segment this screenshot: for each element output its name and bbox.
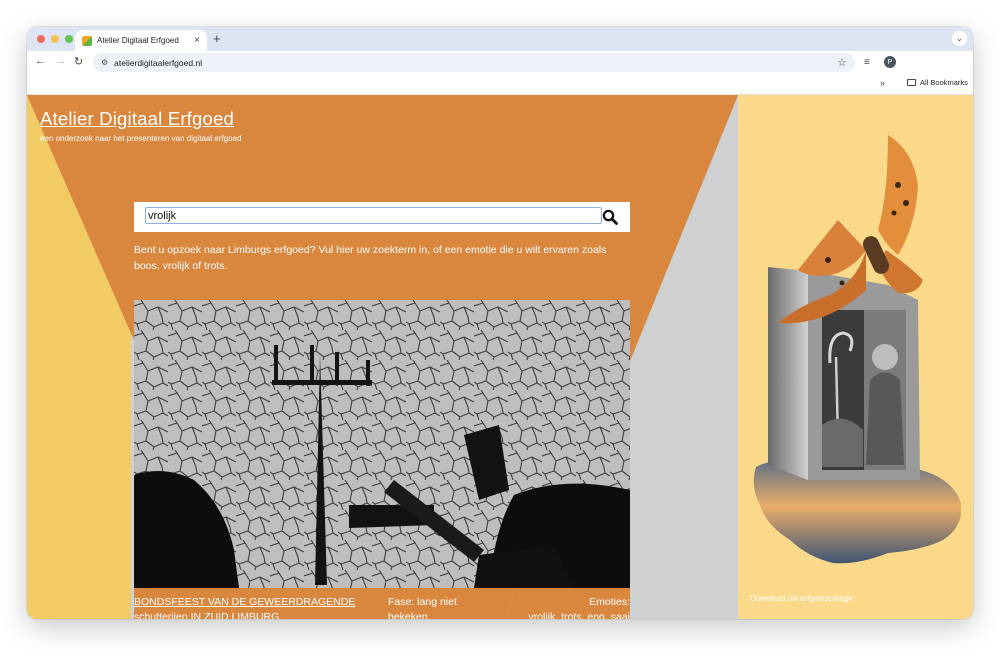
bookmarks-bar: » All Bookmarks <box>27 74 973 95</box>
result-title-link[interactable]: BONDSFEEST VAN DE GEWEERDRAGENDE <box>134 596 355 608</box>
tab-title: Atelier Digitaal Erfgoed <box>97 36 179 45</box>
search-icon[interactable] <box>601 208 619 226</box>
reading-list-icon[interactable]: ≡ <box>864 57 870 68</box>
tab-active[interactable]: Atelier Digitaal Erfgoed × <box>75 30 207 51</box>
result-title-sub: schutterijen IN ZUID LIMBURG <box>134 611 280 619</box>
minimize-window-button[interactable] <box>51 35 59 43</box>
result-emotions-values: vrolijk, trots, eng, saai <box>528 611 630 619</box>
site-title-link[interactable]: Atelier Digitaal Erfgoed <box>40 108 234 130</box>
result-emotions-label: Emoties: <box>589 596 630 608</box>
new-tab-button[interactable]: + <box>213 31 221 46</box>
browser-toolbar: ← → ↻ ⚙ atelierdigitaalerfgoed.nl ☆ ≡ P <box>27 51 973 74</box>
download-collage-link[interactable]: Download uw erfgoedcollage <box>750 594 853 603</box>
window-controls <box>37 35 73 43</box>
bookmarks-overflow-icon[interactable]: » <box>880 78 885 88</box>
folder-icon <box>907 79 916 86</box>
zoom-window-button[interactable] <box>65 35 73 43</box>
site-subtitle: een onderzoek naar het presenteren van d… <box>40 134 242 143</box>
intro-text: Bent u opzoek naar Limburgs erfgoed? Vul… <box>134 244 607 272</box>
tab-search-chevron-icon[interactable]: ⌄ <box>952 31 967 46</box>
bookmark-star-icon[interactable]: ☆ <box>837 56 847 69</box>
tab-close-icon[interactable]: × <box>194 35 200 46</box>
heritage-collage-image <box>753 135 962 564</box>
result-phase-line1: Fase: lang niet <box>388 596 457 608</box>
site-settings-icon[interactable]: ⚙ <box>101 58 108 67</box>
address-text[interactable]: atelierdigitaalerfgoed.nl <box>114 58 837 68</box>
tab-bar: Atelier Digitaal Erfgoed × + ⌄ <box>27 27 973 51</box>
result-photo[interactable] <box>134 300 630 588</box>
result-emotions: Emoties: vrolijk, trots, eng, saai <box>515 595 630 619</box>
result-phase: Fase: lang niet bekeken <box>388 595 457 619</box>
forward-arrow-icon[interactable]: → <box>55 55 66 67</box>
all-bookmarks-button[interactable]: All Bookmarks <box>907 78 968 87</box>
collage-panel: Download uw erfgoedcollage <box>738 95 973 619</box>
page-viewport: Atelier Digitaal Erfgoed een onderzoek n… <box>27 95 973 619</box>
profile-avatar[interactable]: P <box>884 56 896 68</box>
search-bar <box>134 202 630 232</box>
all-bookmarks-label: All Bookmarks <box>920 78 968 87</box>
address-bar[interactable]: ⚙ atelierdigitaalerfgoed.nl ☆ <box>93 53 855 72</box>
search-input[interactable] <box>145 207 602 224</box>
close-window-button[interactable] <box>37 35 45 43</box>
browser-window: Atelier Digitaal Erfgoed × + ⌄ ← → ↻ ⚙ a… <box>27 27 973 619</box>
result-phase-line2: bekeken <box>388 611 428 619</box>
result-title: BONDSFEEST VAN DE GEWEERDRAGENDE schutte… <box>134 595 355 619</box>
back-arrow-icon[interactable]: ← <box>35 55 46 67</box>
site-favicon-icon <box>82 35 92 46</box>
reload-icon[interactable]: ↻ <box>74 55 83 68</box>
